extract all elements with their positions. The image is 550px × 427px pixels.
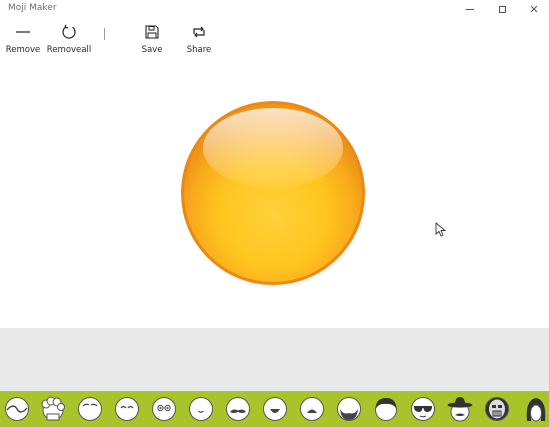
emoji-canvas[interactable] [0,62,549,328]
eyes-closed-icon[interactable] [114,396,140,422]
remove-label: Remove [5,45,41,55]
eyebrows-icon[interactable] [77,396,103,422]
floppy-disk-icon [142,22,162,42]
toolbar: Remove Removeall Save Share [0,22,549,62]
share-label: Share [186,45,212,55]
app-window: Moji Maker ✕ Remove Removeall Save Share [0,0,550,427]
share-button[interactable]: Share [177,22,221,55]
mouth-small-icon[interactable] [188,396,214,422]
sunglasses-icon[interactable] [410,396,436,422]
face-shape-icon[interactable] [4,396,30,422]
removeall-button[interactable]: Removeall [47,22,91,55]
gray-strip [0,328,549,391]
beard-icon[interactable] [336,396,362,422]
removeall-label: Removeall [46,45,92,55]
mask-icon[interactable] [484,396,510,422]
mustache-icon[interactable] [225,396,251,422]
maximize-icon [498,5,506,13]
minimize-button[interactable] [455,0,485,18]
eyes-round-icon[interactable] [151,396,177,422]
hair-curly-icon[interactable] [40,396,66,422]
mouth-smile-icon[interactable] [262,396,288,422]
maximize-button[interactable] [487,0,517,18]
save-label: Save [141,45,163,55]
parts-palette [0,391,549,427]
title-bar: Moji Maker ✕ [0,0,549,18]
hair-long-icon[interactable] [523,396,549,422]
mouse-cursor-icon [435,222,447,237]
remove-button[interactable]: Remove [1,22,45,55]
minus-icon [13,22,33,42]
close-button[interactable]: ✕ [519,0,549,18]
minimize-icon [466,8,474,10]
toolbar-separator [104,28,105,40]
sombrero-icon[interactable] [447,396,473,422]
app-title: Moji Maker [8,3,57,13]
save-button[interactable]: Save [130,22,174,55]
share-icon [189,22,209,42]
close-icon: ✕ [529,2,539,16]
yellow-face-base[interactable] [180,100,368,288]
refresh-icon [59,22,79,42]
nose-mustache-icon[interactable] [299,396,325,422]
hair-short-icon[interactable] [373,396,399,422]
